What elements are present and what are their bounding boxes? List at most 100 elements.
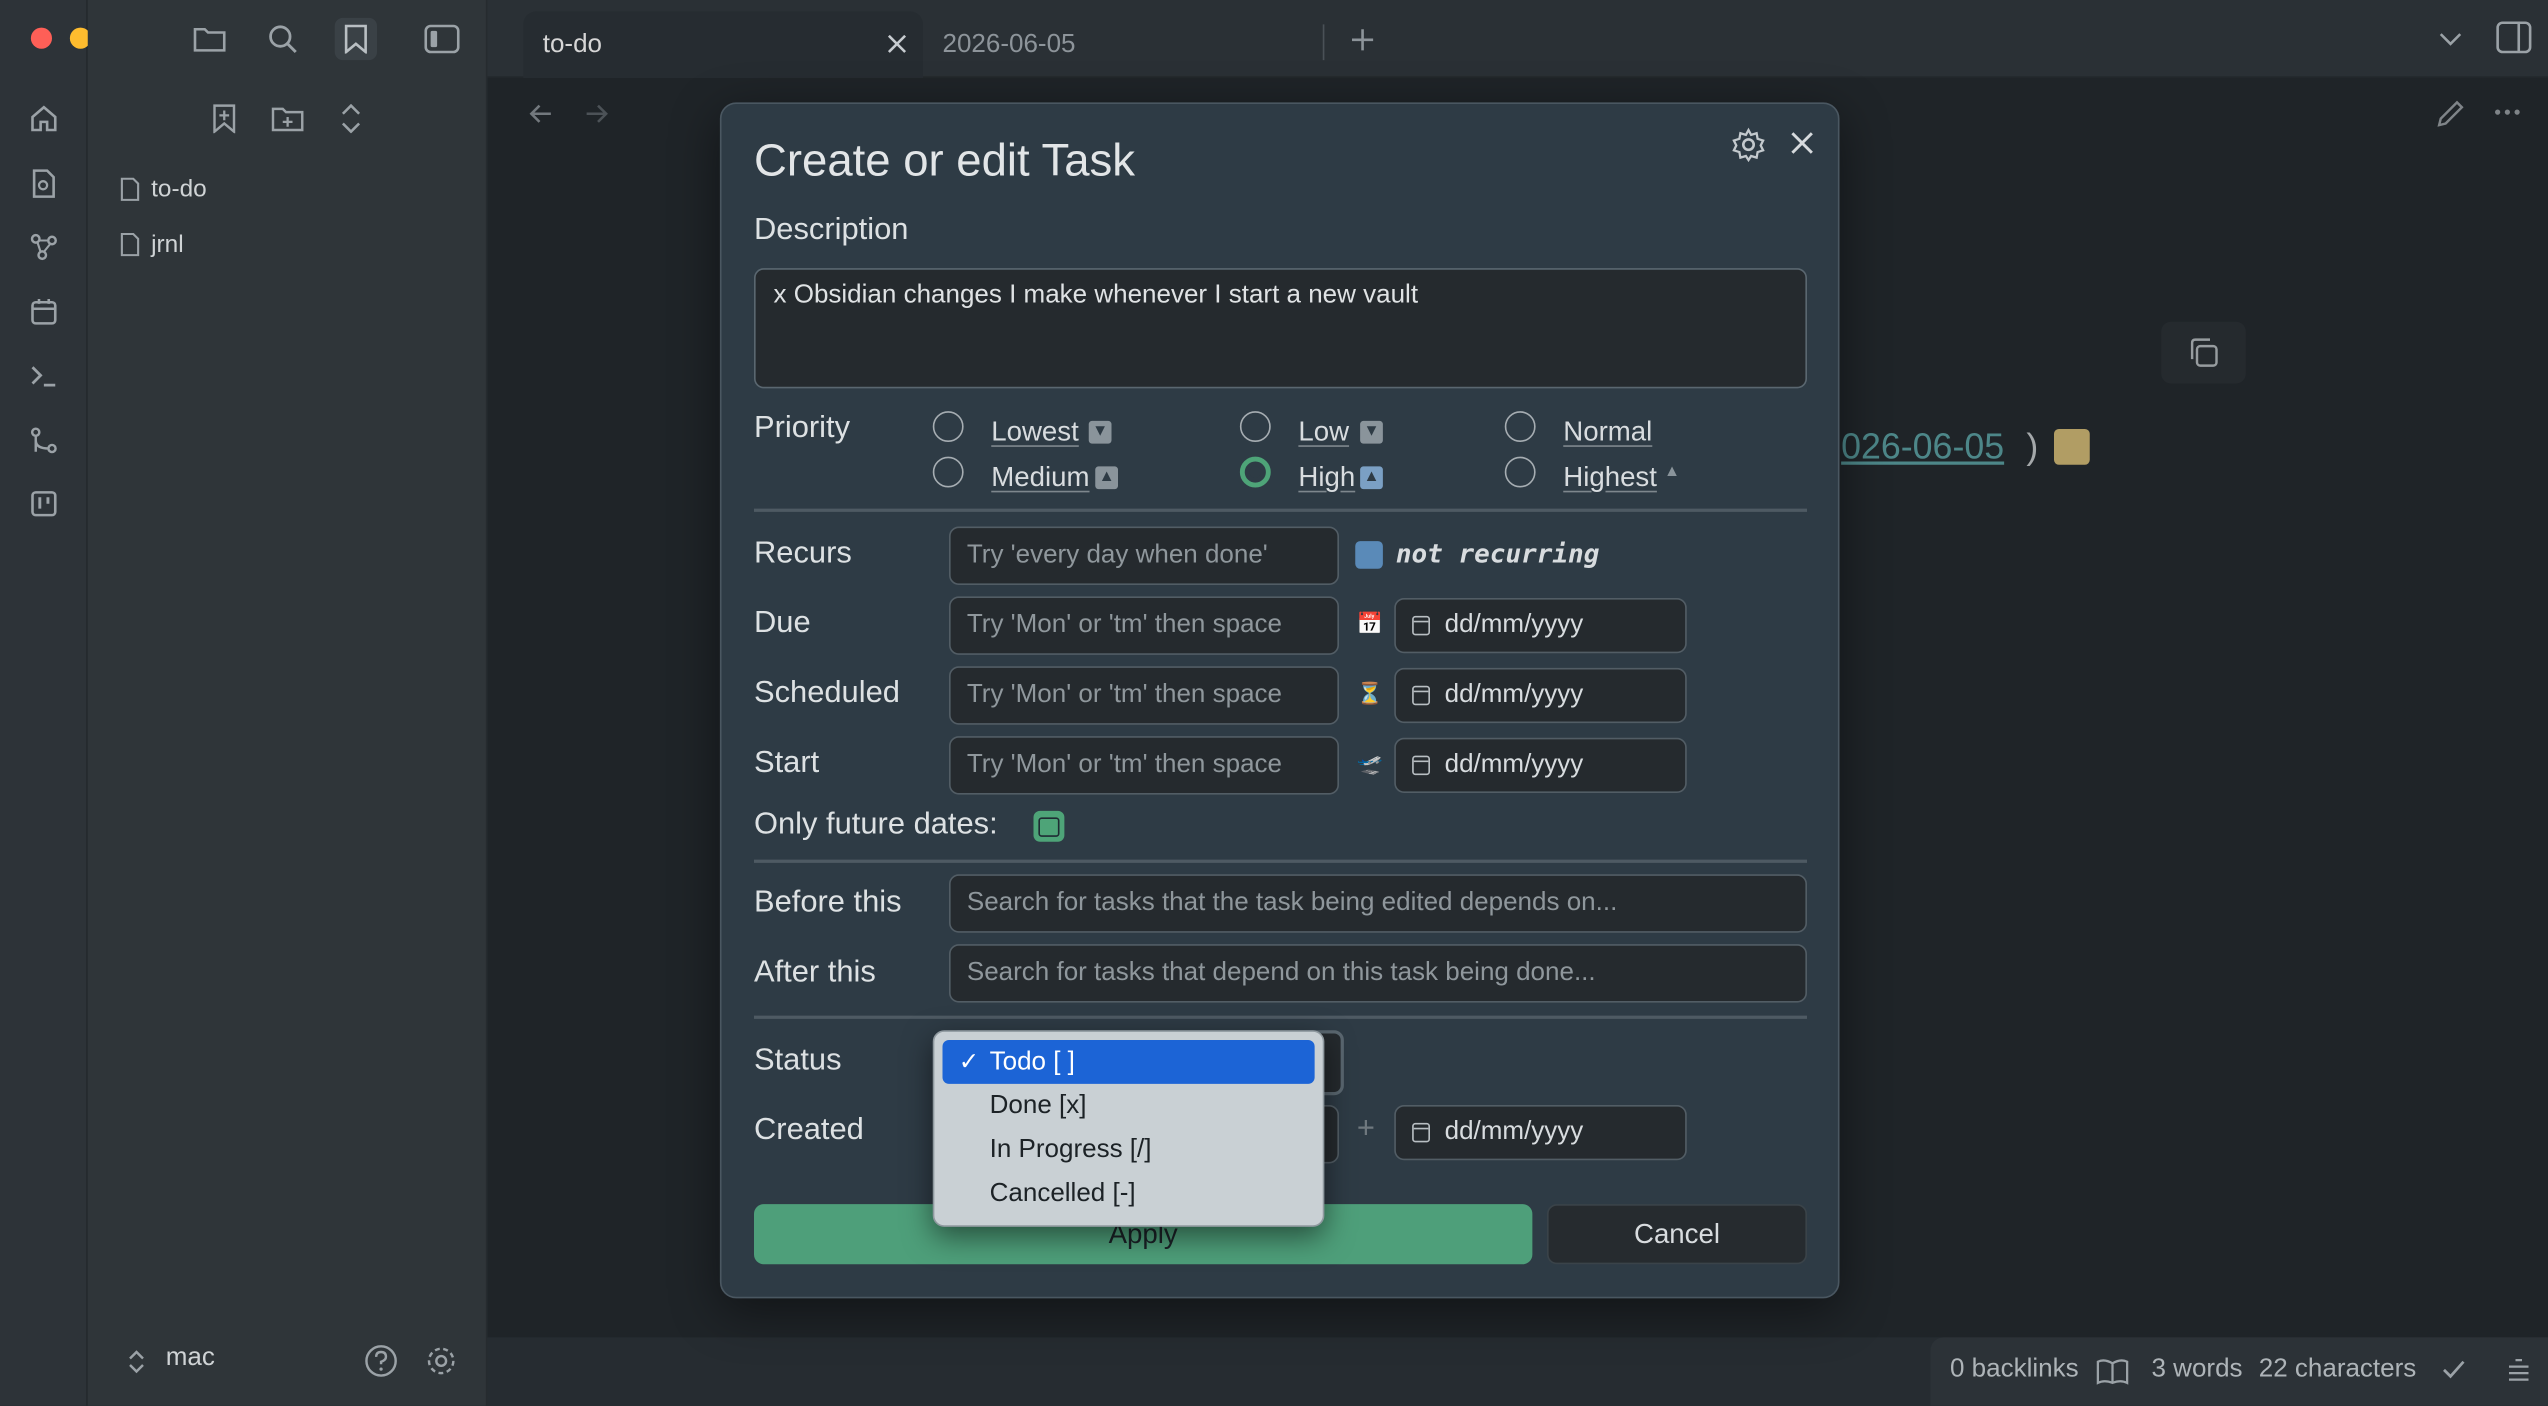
only-future-dates-checkbox[interactable]	[1033, 810, 1065, 842]
reading-view-icon[interactable]	[2096, 1357, 2129, 1386]
sort-icon[interactable]	[332, 99, 371, 138]
layers-icon[interactable]	[2506, 1357, 2532, 1383]
tab-label: to-do	[542, 30, 603, 58]
start-date-picker[interactable]: dd/mm/yyyy	[1394, 737, 1687, 793]
priority-medium-radio[interactable]	[932, 456, 964, 488]
ribbon	[0, 0, 132, 1406]
file-item-to-do[interactable]: to-do	[120, 175, 207, 204]
status-option-in-progress[interactable]: In Progress [/]	[943, 1128, 1315, 1172]
calendar-icon	[1412, 615, 1430, 636]
tab-to-do[interactable]: to-do	[523, 11, 923, 78]
home-icon[interactable]	[26, 101, 62, 137]
option-label: Done [x]	[989, 1092, 1087, 1120]
status-option-done[interactable]: Done [x]	[943, 1084, 1315, 1128]
lowest-priority-icon: ▼	[1088, 420, 1112, 444]
recurs-label: Recurs	[754, 536, 852, 571]
close-icon[interactable]	[1786, 127, 1819, 160]
file-label: to-do	[151, 175, 207, 204]
divider	[754, 1015, 1807, 1019]
sidebar-toggle-icon[interactable]	[421, 18, 463, 60]
date-format: dd/mm/yyyy	[1444, 1118, 1584, 1146]
created-date-picker[interactable]: dd/mm/yyyy	[1394, 1105, 1687, 1161]
settings-gear-icon[interactable]	[424, 1344, 458, 1378]
new-note-icon[interactable]	[205, 99, 244, 138]
vault-name[interactable]: mac	[166, 1344, 215, 1373]
close-tab-icon[interactable]	[884, 31, 910, 57]
tab-divider	[1322, 24, 1325, 61]
priority-low-radio[interactable]	[1239, 411, 1271, 442]
git-branch-icon[interactable]	[26, 423, 62, 459]
priority-high-radio[interactable]	[1239, 456, 1271, 488]
recurrence-summary: not recurring	[1395, 537, 1600, 569]
file-explorer-sidebar: to-do jrnl mac	[87, 0, 488, 1406]
file-item-jrnl[interactable]: jrnl	[120, 230, 184, 259]
chevron-updown-icon[interactable]	[127, 1349, 147, 1375]
file-icon	[120, 232, 140, 257]
new-folder-icon[interactable]	[268, 99, 307, 138]
file-label: jrnl	[151, 230, 184, 259]
backlinks-count[interactable]: 0 backlinks	[1950, 1355, 2079, 1384]
priority-label: Priority	[754, 411, 851, 446]
tab-label: 2026-06-05	[942, 30, 1076, 58]
kanban-icon[interactable]	[26, 486, 62, 522]
bookmark-icon[interactable]	[334, 17, 377, 61]
checkmark-icon: ✓	[958, 1048, 980, 1076]
only-future-dates-label: Only future dates:	[754, 807, 998, 842]
start-label: Start	[754, 745, 820, 780]
medium-priority-icon: ▲	[1095, 466, 1118, 490]
graph-view-icon[interactable]	[26, 229, 62, 265]
scheduled-input[interactable]: Try 'Mon' or 'tm' then space	[949, 666, 1339, 725]
priority-high-label[interactable]: High	[1298, 462, 1355, 495]
help-icon[interactable]	[364, 1344, 398, 1378]
calendar-icon	[1412, 755, 1430, 776]
highest-priority-icon: ▲	[1664, 463, 1681, 481]
date-format: dd/mm/yyyy	[1444, 611, 1584, 639]
due-date-picker[interactable]: dd/mm/yyyy	[1394, 598, 1687, 654]
right-sidebar-toggle-icon[interactable]	[2496, 21, 2532, 54]
option-label: In Progress [/]	[989, 1135, 1152, 1164]
date-format: dd/mm/yyyy	[1444, 680, 1584, 709]
status-label: Status	[754, 1043, 842, 1078]
tab-2026-06-05[interactable]: 2026-06-05	[943, 11, 1333, 78]
before-this-search-input[interactable]: Search for tasks that the task being edi…	[949, 874, 1807, 933]
description-textarea[interactable]: x Obsidian changes I make whenever I sta…	[754, 268, 1807, 389]
status-option-todo[interactable]: ✓ Todo [ ]	[942, 1040, 1315, 1084]
hourglass-icon: ⏳	[1356, 680, 1384, 706]
file-search-icon[interactable]	[26, 166, 62, 202]
word-count: 3 words	[2151, 1355, 2243, 1383]
calendar-icon[interactable]	[26, 294, 62, 330]
character-count: 22 characters	[2258, 1355, 2417, 1383]
calendar-icon	[1412, 1122, 1430, 1143]
sync-check-icon[interactable]	[2441, 1359, 2467, 1382]
priority-low-label[interactable]: Low	[1298, 416, 1349, 449]
created-label: Created	[754, 1113, 864, 1148]
due-label: Due	[754, 606, 811, 641]
priority-highest-label[interactable]: Highest	[1563, 462, 1657, 495]
after-this-search-input[interactable]: Search for tasks that depend on this tas…	[949, 944, 1807, 1003]
status-dropdown-menu: ✓ Todo [ ] Done [x] In Progress [/] Canc…	[932, 1030, 1325, 1227]
recurs-input[interactable]: Try 'every day when done'	[949, 526, 1339, 585]
cancel-button[interactable]: Cancel	[1547, 1204, 1807, 1265]
priority-normal-radio[interactable]	[1504, 411, 1536, 442]
start-input[interactable]: Try 'Mon' or 'tm' then space	[949, 736, 1339, 795]
chevron-down-icon[interactable]	[2438, 29, 2464, 49]
priority-medium-label[interactable]: Medium	[991, 462, 1089, 495]
after-this-label: After this	[754, 955, 876, 990]
folder-icon[interactable]	[189, 18, 231, 60]
new-tab-icon[interactable]	[1349, 26, 1377, 54]
high-priority-icon: ▲	[1360, 466, 1383, 490]
window-close-button[interactable]	[30, 27, 52, 49]
priority-normal-label[interactable]: Normal	[1563, 416, 1652, 449]
priority-highest-radio[interactable]	[1504, 456, 1536, 488]
recurring-icon	[1355, 541, 1383, 569]
due-input[interactable]: Try 'Mon' or 'tm' then space	[949, 596, 1339, 655]
priority-lowest-label[interactable]: Lowest	[991, 416, 1079, 449]
status-option-cancelled[interactable]: Cancelled [-]	[943, 1172, 1315, 1216]
gear-icon[interactable]	[1731, 127, 1767, 163]
priority-lowest-radio[interactable]	[932, 411, 964, 442]
terminal-icon[interactable]	[26, 358, 62, 394]
scheduled-date-picker[interactable]: dd/mm/yyyy	[1394, 667, 1687, 724]
vault-switcher: mac	[88, 1320, 488, 1401]
search-icon[interactable]	[262, 18, 304, 60]
due-date-calendar-icon: 📅	[1356, 611, 1384, 636]
